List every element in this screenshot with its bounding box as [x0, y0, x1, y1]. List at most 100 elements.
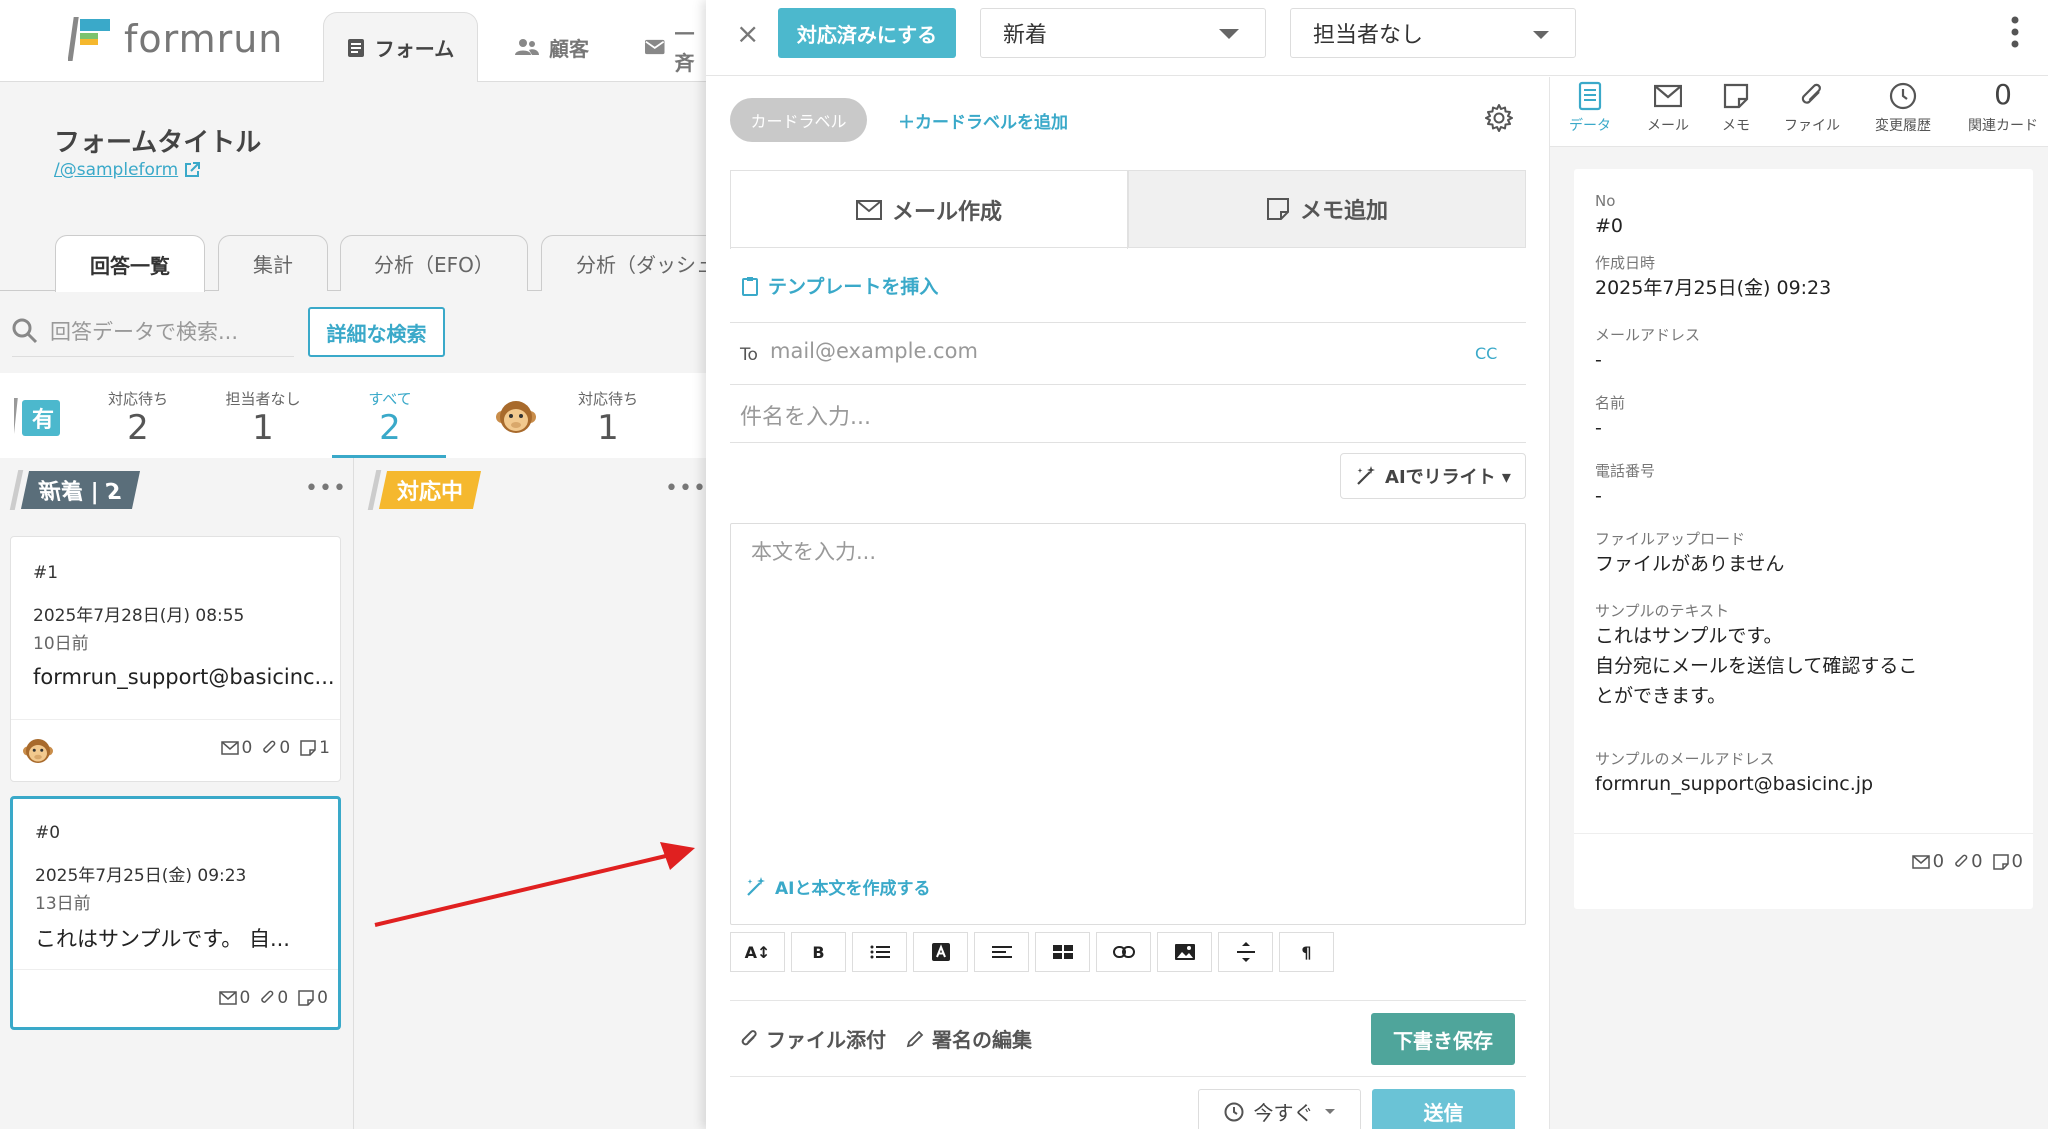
logo[interactable]: formrun: [68, 14, 283, 64]
clipboard-icon: [742, 276, 758, 296]
column-more-button[interactable]: •••: [305, 476, 347, 501]
chevron-down-icon: [1219, 29, 1239, 39]
magic-wand-icon: [1357, 466, 1376, 485]
paperclip-icon: [263, 740, 276, 753]
memo-count: 0: [298, 988, 328, 1008]
tab-form[interactable]: フォーム: [323, 12, 478, 82]
card-date: 2025年7月28日(月) 08:55: [33, 606, 245, 626]
insert-template-label: テンプレートを挿入: [768, 276, 939, 298]
search-icon: [12, 318, 38, 343]
tab-customer[interactable]: 顧客: [515, 12, 589, 82]
tab-label: メモ追加: [1299, 199, 1388, 224]
clock-icon: [1224, 1102, 1243, 1121]
field-phone: 電話番号 -: [1595, 461, 1655, 511]
subtab-efo[interactable]: 分析（EFO）: [340, 235, 528, 291]
advanced-search-button[interactable]: 詳細な検索: [308, 307, 445, 357]
subtab-responses[interactable]: 回答一覧: [55, 235, 205, 292]
cc-button[interactable]: CC: [1475, 344, 1497, 363]
column-divider: [353, 458, 354, 1129]
form-link-text[interactable]: /@sampleform: [54, 160, 178, 180]
edit-signature-button[interactable]: 署名の編集: [906, 1024, 1032, 1053]
stat-waiting[interactable]: 対応待ち 2: [100, 388, 176, 447]
field-key: 名前: [1595, 394, 1626, 412]
card-footer: 0 0 1: [11, 719, 340, 779]
field-file-upload: ファイルアップロード ファイルがありません: [1595, 529, 1784, 579]
side-tab-history[interactable]: 変更履歴: [1863, 81, 1943, 135]
align-icon[interactable]: [974, 932, 1029, 972]
mark-resolved-button[interactable]: 対応済みにする: [778, 8, 956, 58]
horizontal-rule-icon[interactable]: [1218, 932, 1273, 972]
tab-compose-mail[interactable]: メール作成: [730, 170, 1128, 249]
mail-icon: [218, 991, 237, 1005]
side-tab-memo[interactable]: メモ: [1696, 81, 1776, 135]
link-icon[interactable]: [1096, 932, 1151, 972]
response-data-card: No #0 作成日時 2025年7月25日(金) 09:23 メールアドレス - 名前…: [1574, 169, 2033, 909]
paragraph-icon[interactable]: ¶: [1279, 932, 1334, 972]
to-input[interactable]: mail@example.com: [770, 339, 978, 363]
side-tab-label: 変更履歴: [1875, 118, 1931, 134]
list-icon[interactable]: [852, 932, 907, 972]
gear-icon[interactable]: [1484, 103, 1514, 133]
card-relative-time: 13日前: [35, 894, 91, 914]
tab-add-memo[interactable]: メモ追加: [1128, 170, 1526, 248]
document-icon: [1578, 81, 1602, 111]
more-options-icon[interactable]: [2011, 16, 2019, 48]
font-size-icon[interactable]: A↕: [730, 932, 785, 972]
image-icon[interactable]: [1157, 932, 1212, 972]
subtab-dashboard[interactable]: 分析（ダッシュ: [541, 235, 710, 291]
attachment-count: 0: [1954, 851, 1983, 872]
monkey-avatar-icon[interactable]: [496, 397, 536, 437]
send-button[interactable]: 送信: [1372, 1089, 1515, 1129]
kanban-app: formrun フォーム 顧客 一斉 フォームタイトル /@sampleform…: [0, 0, 710, 1129]
attach-file-button[interactable]: ファイル添付: [740, 1024, 886, 1053]
subject-input[interactable]: 件名を入力...: [740, 399, 871, 431]
status-dropdown[interactable]: 新着: [980, 8, 1266, 58]
form-title: フォームタイトル: [54, 128, 262, 158]
body-textarea[interactable]: 本文を入力... AIと本文を作成する: [730, 523, 1526, 925]
response-card[interactable]: #1 2025年7月28日(月) 08:55 10日前 formrun_supp…: [10, 536, 341, 782]
response-card-selected[interactable]: #0 2025年7月25日(金) 09:23 13日前 これはサンプルです。 自…: [10, 796, 341, 1030]
subtab-summary[interactable]: 集計: [218, 235, 328, 291]
status-flag-badge[interactable]: 有: [14, 396, 64, 440]
stat-all[interactable]: すべて 2: [350, 388, 430, 447]
send-schedule-dropdown[interactable]: 今すぐ: [1198, 1089, 1361, 1129]
table-icon[interactable]: [1035, 932, 1090, 972]
assignee-value: 担当者なし: [1313, 23, 1424, 48]
field-value: formrun_support@basicinc.jp: [1595, 773, 1874, 795]
side-tab-label: 関連カード: [1968, 118, 2038, 134]
card-number: #0: [35, 823, 61, 843]
field-divider: [730, 442, 1526, 443]
card-label-chip[interactable]: カードラベル: [730, 98, 867, 142]
footer-divider: [730, 1076, 1526, 1077]
field-name: 名前 -: [1595, 393, 1625, 443]
text-color-icon[interactable]: [913, 932, 968, 972]
side-tab-related-cards[interactable]: 0 関連カード: [1958, 81, 2048, 135]
column-more-button[interactable]: •••: [665, 476, 707, 501]
save-draft-button[interactable]: 下書き保存: [1371, 1013, 1515, 1065]
logo-text: formrun: [124, 17, 284, 61]
bold-icon[interactable]: B: [791, 932, 846, 972]
paperclip-icon: [1801, 83, 1821, 104]
magic-wand-icon: [747, 876, 765, 896]
add-card-label-button[interactable]: ＋カードラベルを追加: [898, 108, 1068, 133]
stat-waiting-user[interactable]: 対応待ち 1: [570, 388, 646, 447]
side-tab-files[interactable]: ファイル: [1772, 81, 1852, 135]
search-input[interactable]: 回答データで検索...: [12, 305, 294, 357]
tab-bulk-mail[interactable]: 一斉: [645, 12, 710, 82]
form-link[interactable]: /@sampleform: [54, 160, 201, 180]
insert-template-button[interactable]: テンプレートを挿入: [742, 272, 938, 299]
field-key: 作成日時: [1595, 254, 1656, 272]
edit-signature-label: 署名の編集: [932, 1028, 1032, 1052]
stat-unassigned[interactable]: 担当者なし 1: [218, 388, 308, 447]
field-value: #0: [1595, 215, 1624, 237]
attachment-count: 0: [260, 988, 288, 1008]
ai-rewrite-button[interactable]: AIでリライト ▾: [1340, 453, 1526, 499]
side-tabs: データ メール メモ ファイル 変更履歴 0 関連カード: [1550, 77, 2048, 147]
assignee-dropdown[interactable]: 担当者なし: [1290, 8, 1576, 58]
schedule-value: 今すぐ: [1253, 1101, 1314, 1125]
close-button[interactable]: ×: [736, 17, 759, 50]
side-tab-data[interactable]: データ: [1550, 81, 1630, 135]
ai-create-body-button[interactable]: AIと本文を作成する: [745, 874, 930, 899]
field-value: -: [1595, 417, 1602, 439]
chevron-down-icon: [1324, 1108, 1335, 1114]
